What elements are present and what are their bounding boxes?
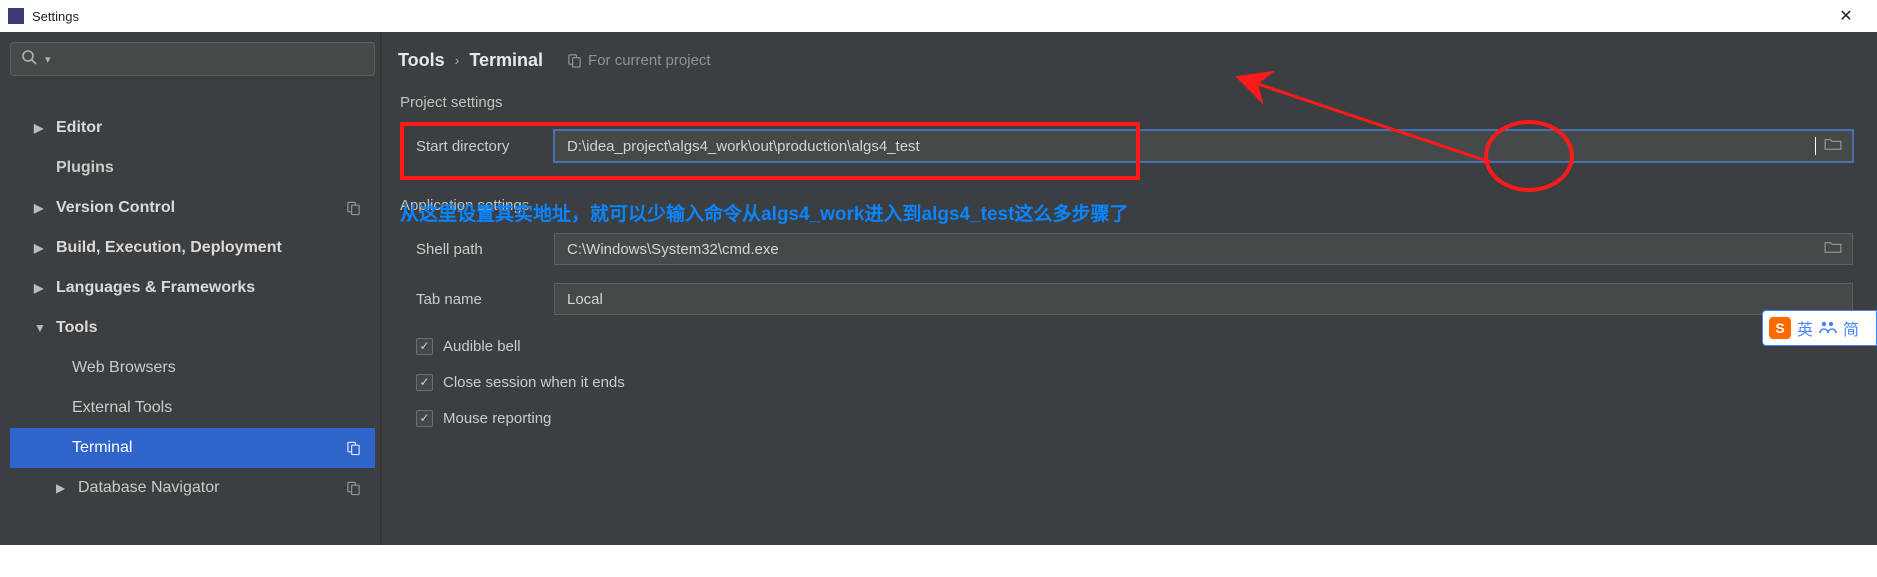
window-title: Settings bbox=[32, 9, 79, 24]
sidebar-item-keymap[interactable]: Keymap bbox=[10, 84, 375, 108]
ime-people-icon[interactable] bbox=[1819, 320, 1837, 337]
chevron-down-icon: ▾ bbox=[45, 53, 51, 66]
checkbox-checked-icon: ✓ bbox=[416, 338, 433, 355]
tab-name-row: Tab name Local bbox=[416, 274, 1853, 324]
sidebar-splitter[interactable] bbox=[380, 32, 382, 545]
sidebar-item-label: Editor bbox=[56, 119, 102, 137]
close-icon: ✕ bbox=[1839, 6, 1852, 26]
window-close-button[interactable]: ✕ bbox=[1823, 0, 1869, 32]
sidebar-item-database-navigator[interactable]: ▶ Database Navigator bbox=[10, 468, 375, 508]
checkbox-checked-icon: ✓ bbox=[416, 410, 433, 427]
sidebar-item-label: Languages & Frameworks bbox=[56, 279, 255, 297]
breadcrumb-root[interactable]: Tools bbox=[398, 50, 445, 71]
sidebar-item-tools[interactable]: ▼ Tools bbox=[10, 308, 375, 348]
settings-body: ▾ Keymap ▶ Editor Plugins ▶ Version Cont… bbox=[0, 32, 1877, 545]
search-icon bbox=[21, 49, 37, 70]
ime-mode[interactable]: 简 bbox=[1843, 316, 1859, 340]
sidebar-item-label: Terminal bbox=[72, 439, 132, 457]
sidebar-item-label: Tools bbox=[56, 319, 97, 337]
mouse-reporting-checkbox[interactable]: ✓ Mouse reporting bbox=[416, 400, 1853, 436]
breadcrumb-separator-icon: › bbox=[455, 52, 460, 68]
project-settings-form: Start directory D:\idea_project\algs4_wo… bbox=[416, 121, 1853, 171]
checkbox-checked-icon: ✓ bbox=[416, 374, 433, 391]
tab-name-label: Tab name bbox=[416, 291, 554, 308]
settings-sidebar: ▾ Keymap ▶ Editor Plugins ▶ Version Cont… bbox=[10, 42, 375, 545]
sidebar-item-web-browsers[interactable]: Web Browsers bbox=[10, 348, 375, 388]
app-icon bbox=[8, 8, 24, 24]
sidebar-item-build-execution-deployment[interactable]: ▶ Build, Execution, Deployment bbox=[10, 228, 375, 268]
project-scope-icon bbox=[567, 53, 582, 68]
tab-name-input[interactable]: Local bbox=[554, 283, 1853, 315]
triangle-down-icon: ▼ bbox=[34, 321, 50, 335]
start-directory-label: Start directory bbox=[416, 138, 554, 155]
project-scope-icon bbox=[346, 441, 361, 456]
sidebar-item-editor[interactable]: ▶ Editor bbox=[10, 108, 375, 148]
shell-path-label: Shell path bbox=[416, 241, 554, 258]
triangle-right-icon: ▶ bbox=[34, 281, 50, 295]
sidebar-item-plugins[interactable]: Plugins bbox=[10, 148, 375, 188]
sidebar-item-version-control[interactable]: ▶ Version Control bbox=[10, 188, 375, 228]
scope-note: For current project bbox=[567, 52, 711, 69]
sidebar-item-label: Version Control bbox=[56, 199, 175, 217]
checkbox-group: ✓ Audible bell ✓ Close session when it e… bbox=[416, 328, 1853, 436]
shell-path-input[interactable]: C:\Windows\System32\cmd.exe bbox=[554, 233, 1853, 265]
checkbox-label: Audible bell bbox=[443, 338, 521, 355]
sidebar-item-label: Plugins bbox=[56, 159, 114, 177]
project-settings-label: Project settings bbox=[400, 94, 1877, 111]
breadcrumb-leaf: Terminal bbox=[469, 50, 543, 71]
ime-widget[interactable]: S 英 简 bbox=[1762, 310, 1877, 346]
triangle-right-icon: ▶ bbox=[34, 121, 50, 135]
checkbox-label: Close session when it ends bbox=[443, 374, 625, 391]
settings-tree: Keymap ▶ Editor Plugins ▶ Version Contro… bbox=[10, 84, 375, 508]
start-directory-input[interactable]: D:\idea_project\algs4_work\out\productio… bbox=[554, 130, 1853, 162]
triangle-right-icon: ▶ bbox=[34, 201, 50, 215]
breadcrumb: Tools › Terminal For current project bbox=[392, 42, 1877, 78]
settings-content: Tools › Terminal For current project Pro… bbox=[392, 42, 1877, 545]
application-settings-label: Application settings bbox=[400, 197, 1877, 214]
audible-bell-checkbox[interactable]: ✓ Audible bell bbox=[416, 328, 1853, 364]
sidebar-item-label: Web Browsers bbox=[72, 359, 176, 377]
sidebar-item-external-tools[interactable]: External Tools bbox=[10, 388, 375, 428]
scope-note-text: For current project bbox=[588, 52, 711, 69]
project-scope-icon bbox=[346, 201, 361, 216]
start-directory-value: D:\idea_project\algs4_work\out\productio… bbox=[567, 138, 1814, 155]
browse-folder-icon[interactable] bbox=[1816, 240, 1842, 258]
settings-search-input[interactable]: ▾ bbox=[10, 42, 375, 76]
sidebar-item-label: Database Navigator bbox=[78, 479, 219, 497]
ime-badge-icon: S bbox=[1769, 317, 1791, 339]
application-settings-form: Shell path C:\Windows\System32\cmd.exe T… bbox=[416, 224, 1853, 436]
sidebar-item-label: External Tools bbox=[72, 399, 172, 417]
sidebar-item-languages-frameworks[interactable]: ▶ Languages & Frameworks bbox=[10, 268, 375, 308]
checkbox-label: Mouse reporting bbox=[443, 410, 551, 427]
close-session-checkbox[interactable]: ✓ Close session when it ends bbox=[416, 364, 1853, 400]
sidebar-item-label: Build, Execution, Deployment bbox=[56, 239, 282, 257]
shell-path-row: Shell path C:\Windows\System32\cmd.exe bbox=[416, 224, 1853, 274]
triangle-right-icon: ▶ bbox=[56, 481, 72, 495]
triangle-right-icon: ▶ bbox=[34, 241, 50, 255]
browse-folder-icon[interactable] bbox=[1816, 137, 1842, 155]
ime-language[interactable]: 英 bbox=[1797, 316, 1813, 340]
project-scope-icon bbox=[346, 481, 361, 496]
start-directory-row: Start directory D:\idea_project\algs4_wo… bbox=[416, 121, 1853, 171]
tab-name-value: Local bbox=[567, 291, 1842, 308]
shell-path-value: C:\Windows\System32\cmd.exe bbox=[567, 241, 1816, 258]
window-titlebar: Settings ✕ bbox=[0, 0, 1877, 32]
sidebar-item-terminal[interactable]: Terminal bbox=[10, 428, 375, 468]
